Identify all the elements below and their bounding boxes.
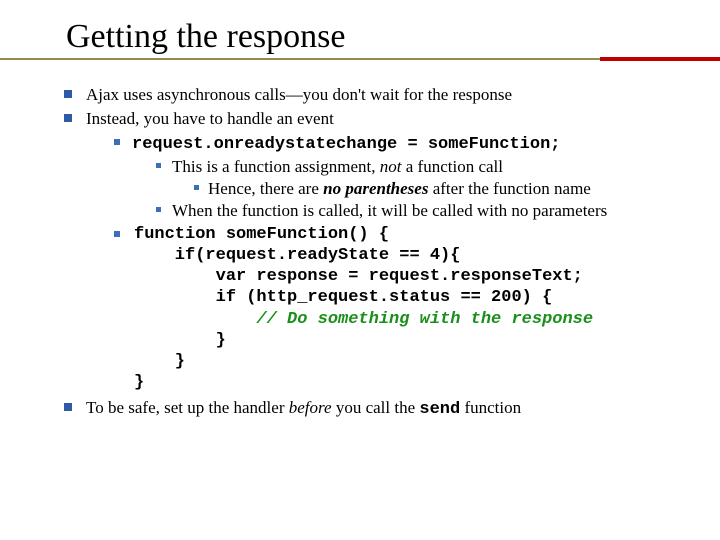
note-1-sub-a: Hence, there are [208, 179, 323, 198]
note-1a: This is a function assignment, [172, 157, 380, 176]
bullet-list: Ajax uses asynchronous calls—you don't w… [64, 84, 680, 420]
fn-l3: var response = request.responseText; [134, 267, 583, 286]
bullet-icon [156, 163, 161, 168]
note-1b: a function call [402, 157, 504, 176]
fn-l6: } [134, 352, 185, 371]
code-block: function someFunction() { if(request.rea… [134, 224, 680, 394]
note-2: When the function is called, it will be … [156, 200, 680, 221]
note-1-sub-bold: no parentheses [323, 179, 428, 198]
note-1: This is a function assignment, not a fun… [156, 156, 680, 200]
bullet-1-text: Ajax uses asynchronous calls—you don't w… [86, 85, 512, 104]
bullet-icon [194, 185, 199, 190]
bullet-icon [64, 114, 72, 122]
bullet-icon [64, 90, 72, 98]
slide-title: Getting the response [66, 18, 680, 56]
fn-l7: } [134, 373, 144, 392]
fn-l5: } [134, 331, 226, 350]
fn-l1: function someFunction() { [134, 225, 389, 244]
note-2-text: When the function is called, it will be … [172, 201, 607, 220]
bullet-icon [156, 207, 161, 212]
code-function: function someFunction() { if(request.rea… [114, 224, 680, 394]
fn-comment: // Do something with the response [134, 310, 593, 329]
fn-l2: if(request.readyState == 4){ [134, 246, 460, 265]
code-assign: request.onreadystatechange = someFunctio… [132, 135, 560, 154]
note-1-sub: Hence, there are no parentheses after th… [194, 178, 680, 199]
bullet-2: Instead, you have to handle an event req… [64, 108, 680, 393]
bullet-icon [114, 231, 120, 237]
code-line-1: request.onreadystatechange = someFunctio… [114, 132, 680, 222]
b3-send: send [419, 400, 460, 419]
bullet-icon [114, 139, 120, 145]
note-1-sub-b: after the function name [428, 179, 590, 198]
fn-l4: if (http_request.status == 200) { [134, 288, 552, 307]
note-1-not: not [380, 157, 402, 176]
bullet-icon [64, 403, 72, 411]
b3-a: To be safe, set up the handler [86, 398, 289, 417]
b3-before: before [289, 398, 332, 417]
title-underline [0, 58, 720, 62]
bullet-2-text: Instead, you have to handle an event [86, 109, 334, 128]
title-area: Getting the response [64, 18, 680, 56]
b3-c: function [460, 398, 521, 417]
b3-b: you call the [332, 398, 420, 417]
bullet-3: To be safe, set up the handler before yo… [64, 397, 680, 420]
bullet-1: Ajax uses asynchronous calls—you don't w… [64, 84, 680, 105]
